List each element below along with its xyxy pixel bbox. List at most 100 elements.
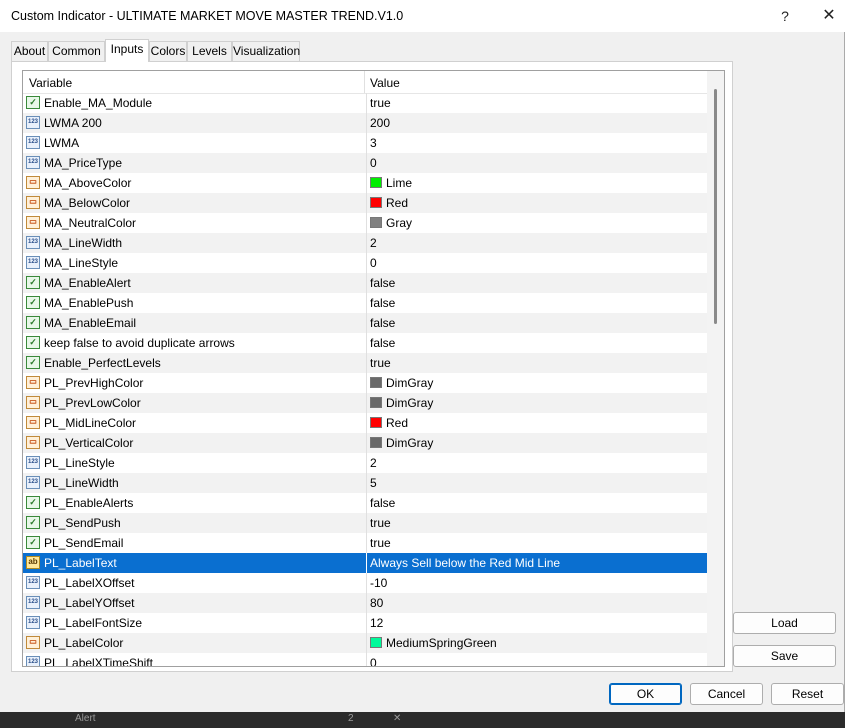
grid-row[interactable]: 123 LWMA 200 200: [23, 113, 707, 133]
grid-row[interactable]: 123 PL_LabelXTimeShift 0: [23, 653, 708, 666]
value-text: DimGray: [386, 376, 434, 390]
grid-row[interactable]: ✓ PL_SendEmail true: [23, 533, 707, 553]
value-text: 3: [370, 136, 377, 150]
value-cell[interactable]: DimGray: [366, 373, 708, 393]
grid-row[interactable]: ▭ MA_BelowColor Red: [23, 193, 707, 213]
color-type-icon: ▭: [26, 376, 40, 389]
save-button[interactable]: Save: [733, 645, 836, 667]
tab-levels[interactable]: Levels: [187, 41, 232, 61]
grid-row[interactable]: 123 LWMA 3: [23, 133, 707, 153]
grid-row[interactable]: ✓ MA_EnablePush false: [23, 293, 707, 313]
value-text: 5: [370, 476, 377, 490]
value-text: 0: [370, 156, 377, 170]
value-cell[interactable]: false: [366, 493, 708, 513]
value-cell[interactable]: MediumSpringGreen: [366, 633, 708, 653]
value-cell[interactable]: 5: [366, 473, 708, 493]
tab-visualization[interactable]: Visualization: [232, 41, 300, 61]
column-header-value[interactable]: Value: [370, 76, 400, 90]
grid-row[interactable]: ▭ PL_LabelColor MediumSpringGreen: [23, 633, 707, 653]
value-cell[interactable]: false: [366, 313, 708, 333]
column-separator[interactable]: [364, 71, 365, 93]
reset-button[interactable]: Reset: [771, 683, 844, 705]
value-cell[interactable]: Gray: [366, 213, 708, 233]
value-cell[interactable]: Always Sell below the Red Mid Line: [366, 553, 708, 573]
grid-row[interactable]: ✓ MA_EnableEmail false: [23, 313, 707, 333]
grid-row[interactable]: ▭ PL_MidLineColor Red: [23, 413, 707, 433]
value-cell[interactable]: 2: [366, 453, 708, 473]
value-cell[interactable]: false: [366, 273, 708, 293]
grid-row[interactable]: ✓ PL_SendPush true: [23, 513, 707, 533]
value-cell[interactable]: 3: [366, 133, 708, 153]
tab-inputs[interactable]: Inputs: [105, 39, 149, 62]
value-cell[interactable]: DimGray: [366, 393, 708, 413]
value-cell[interactable]: 200: [366, 113, 708, 133]
grid-row[interactable]: 123 PL_LineStyle 2: [23, 453, 707, 473]
grid-row[interactable]: 123 MA_LineWidth 2: [23, 233, 707, 253]
value-cell[interactable]: true: [366, 93, 708, 113]
tab-common[interactable]: Common: [48, 41, 105, 61]
boolean-type-icon: ✓: [26, 316, 40, 329]
value-text: 2: [370, 456, 377, 470]
integer-type-icon: 123: [26, 116, 40, 129]
value-text: Red: [386, 196, 409, 210]
variable-name: MA_LineStyle: [44, 256, 119, 270]
grid-row[interactable]: ✓ Enable_MA_Module true: [23, 93, 707, 113]
grid-row[interactable]: 123 PL_LabelXOffset -10: [23, 573, 707, 593]
value-cell[interactable]: Red: [366, 193, 708, 213]
grid-row[interactable]: 123 MA_LineStyle 0: [23, 253, 707, 273]
window-title: Custom Indicator - ULTIMATE MARKET MOVE …: [11, 9, 404, 23]
grid-row[interactable]: 123 PL_LineWidth 5: [23, 473, 707, 493]
color-swatch: [370, 177, 382, 188]
value-cell[interactable]: 12: [366, 613, 708, 633]
tab-about[interactable]: About: [11, 41, 48, 61]
variable-name: MA_EnableAlert: [44, 276, 131, 290]
variable-name: MA_EnableEmail: [44, 316, 137, 330]
variable-name: MA_BelowColor: [44, 196, 131, 210]
close-icon[interactable]: ✕: [815, 0, 843, 32]
load-button[interactable]: Load: [733, 612, 836, 634]
help-icon[interactable]: ?: [771, 0, 799, 32]
value-cell[interactable]: false: [366, 293, 708, 313]
variable-name: PL_LabelText: [44, 556, 117, 570]
boolean-type-icon: ✓: [26, 336, 40, 349]
grid-row[interactable]: ✓ PL_EnableAlerts false: [23, 493, 707, 513]
ok-button[interactable]: OK: [609, 683, 682, 705]
grid-row[interactable]: ▭ MA_AboveColor Lime: [23, 173, 707, 193]
value-cell[interactable]: false: [366, 333, 708, 353]
variable-name: MA_NeutralColor: [44, 216, 137, 230]
grid-row[interactable]: 123 PL_LabelFontSize 12: [23, 613, 707, 633]
value-cell[interactable]: 2: [366, 233, 708, 253]
cancel-button[interactable]: Cancel: [690, 683, 763, 705]
value-cell[interactable]: true: [366, 533, 708, 553]
grid-row[interactable]: ab PL_LabelText Always Sell below the Red …: [23, 553, 707, 573]
grid-row[interactable]: ▭ MA_NeutralColor Gray: [23, 213, 707, 233]
grid-row[interactable]: ▭ PL_PrevHighColor DimGray: [23, 373, 707, 393]
column-header-variable[interactable]: Variable: [29, 76, 72, 90]
value-cell[interactable]: DimGray: [366, 433, 708, 453]
grid-row[interactable]: 123 PL_LabelYOffset 80: [23, 593, 707, 613]
variable-name: PL_LabelColor: [44, 636, 124, 650]
variable-name: PL_SendEmail: [44, 536, 124, 550]
variable-name: MA_PriceType: [44, 156, 123, 170]
value-text: true: [370, 516, 391, 530]
value-cell[interactable]: 0: [366, 653, 708, 666]
grid-row[interactable]: ▭ PL_PrevLowColor DimGray: [23, 393, 707, 413]
value-cell[interactable]: true: [366, 513, 708, 533]
grid-row[interactable]: ✓ MA_EnableAlert false: [23, 273, 707, 293]
value-cell[interactable]: 0: [366, 253, 708, 273]
grid-row[interactable]: 123 MA_PriceType 0: [23, 153, 707, 173]
vertical-scrollbar[interactable]: [707, 71, 724, 666]
value-cell[interactable]: true: [366, 353, 708, 373]
grid-row[interactable]: ▭ PL_VerticalColor DimGray: [23, 433, 707, 453]
grid-row[interactable]: ✓ keep false to avoid duplicate arrows fal…: [23, 333, 707, 353]
tab-colors[interactable]: Colors: [149, 41, 187, 61]
value-cell[interactable]: Lime: [366, 173, 708, 193]
value-cell[interactable]: Red: [366, 413, 708, 433]
value-cell[interactable]: 80: [366, 593, 708, 613]
value-cell[interactable]: 0: [366, 153, 708, 173]
value-cell[interactable]: -10: [366, 573, 708, 593]
scrollbar-thumb[interactable]: [714, 89, 717, 324]
variable-name: PL_SendPush: [44, 516, 121, 530]
grid-row[interactable]: ✓ Enable_PerfectLevels true: [23, 353, 707, 373]
value-text: 12: [370, 616, 384, 630]
